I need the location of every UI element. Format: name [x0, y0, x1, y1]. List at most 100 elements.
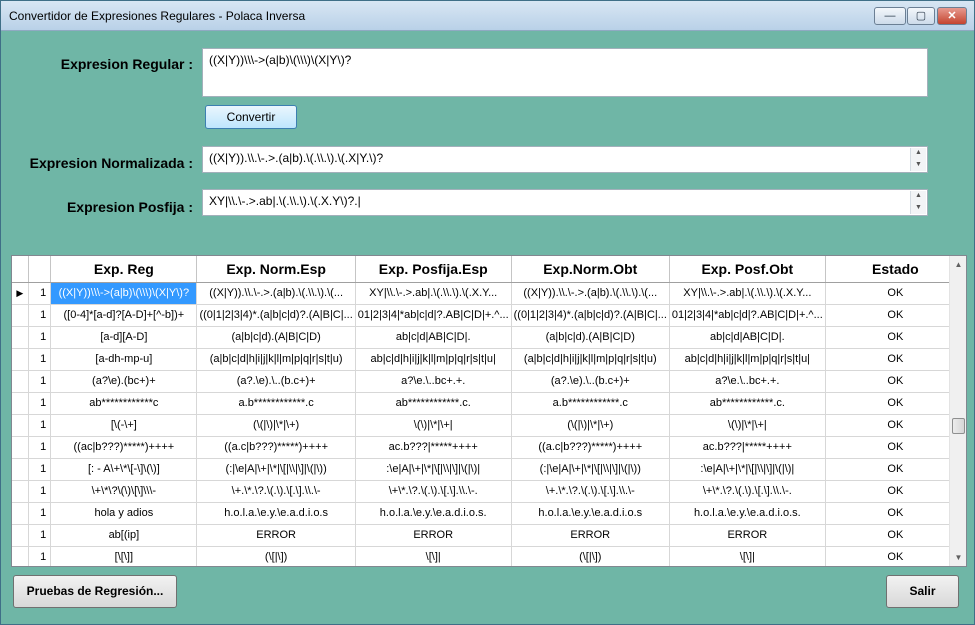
table-cell[interactable]: ac.b???|*****++++: [669, 436, 826, 459]
table-cell[interactable]: \(\)|\*|\+|: [669, 414, 826, 437]
minimize-button[interactable]: —: [874, 7, 906, 25]
table-cell[interactable]: ab************c: [50, 392, 198, 415]
results-grid[interactable]: Exp. Reg Exp. Norm.Esp Exp. Posfija.Esp …: [11, 255, 967, 567]
table-row[interactable]: 1 [\[\]] (\[|\]) \[\]| (\[|\]) \[\]| OK: [12, 546, 966, 566]
table-cell[interactable]: (:|\e|A|\+|\*|\[|\\|\]|\(|\)): [196, 458, 356, 481]
scroll-down-icon[interactable]: ▼: [911, 203, 926, 215]
table-row[interactable]: 1 [a-dh-mp-u] (a|b|c|d|h|i|j|k|l|m|p|q|r|s…: [12, 348, 966, 371]
table-cell[interactable]: (a|b|c|d|h|i|j|k|l|m|p|q|r|s|t|u): [196, 348, 356, 371]
table-cell[interactable]: (a?.\e).\..(b.c+)+: [511, 370, 670, 393]
table-cell[interactable]: \+\*\?\(\)\[\]\\\-: [50, 480, 198, 503]
table-cell[interactable]: ERROR: [196, 524, 356, 547]
table-cell[interactable]: hola y adios: [50, 502, 198, 525]
regression-tests-button[interactable]: Pruebas de Regresión...: [13, 575, 177, 608]
table-cell[interactable]: ((0|1|2|3|4)*.(a|b|c|d)?.(A|B|C|...: [511, 304, 670, 327]
normalized-output[interactable]: ((X|Y)).\\.\-.>.(a|b).\(.\\.\).\(.X|Y.\)…: [202, 146, 928, 173]
table-cell[interactable]: h.o.l.a.\e.y.\e.a.d.i.o.s.: [355, 502, 512, 525]
table-row[interactable]: 1 [: - A\+\*\[-\]\(\)] (:|\e|A|\+|\*|\[|\\…: [12, 458, 966, 481]
table-row[interactable]: 1 ([0-4]*[a-d]?[A-D]+[^-b])+ ((0|1|2|3|4)*…: [12, 304, 966, 327]
table-cell[interactable]: OK: [825, 502, 966, 525]
maximize-button[interactable]: ▢: [907, 7, 935, 25]
table-cell[interactable]: ((X|Y)).\\.\-.>.(a|b).\(.\\.\).\(...: [511, 282, 670, 305]
scroll-down-icon[interactable]: ▼: [950, 549, 966, 566]
table-cell[interactable]: OK: [825, 436, 966, 459]
table-cell[interactable]: [\[\]]: [50, 546, 198, 566]
scroll-down-icon[interactable]: ▼: [911, 160, 926, 172]
normalized-scrollbar[interactable]: ▲ ▼: [910, 148, 926, 171]
scroll-up-icon[interactable]: ▲: [950, 256, 966, 273]
table-cell[interactable]: :\e|A|\+|\*|\[|\\|\]|\(|\)|: [669, 458, 826, 481]
table-cell[interactable]: ab|c|d|AB|C|D|.: [355, 326, 512, 349]
table-cell[interactable]: OK: [825, 392, 966, 415]
table-cell[interactable]: OK: [825, 326, 966, 349]
table-cell[interactable]: (a|b|c|d).(A|B|C|D): [196, 326, 356, 349]
scroll-up-icon[interactable]: ▲: [911, 191, 926, 203]
table-cell[interactable]: ((0|1|2|3|4)*.(a|b|c|d)?.(A|B|C|...: [196, 304, 356, 327]
table-row[interactable]: 1 ab************c a.b************.c ab*****…: [12, 392, 966, 415]
table-cell[interactable]: 01|2|3|4|*ab|c|d|?.AB|C|D|+.^...: [669, 304, 826, 327]
table-cell[interactable]: \+.\*.\?.\(.\).\[.\].\\.\-: [196, 480, 356, 503]
close-button[interactable]: ✕: [937, 7, 967, 25]
table-cell[interactable]: \[\]|: [355, 546, 512, 566]
table-row[interactable]: 1 hola y adios h.o.l.a.\e.y.\e.a.d.i.o.s h.…: [12, 502, 966, 525]
table-cell[interactable]: OK: [825, 282, 966, 305]
table-cell[interactable]: \(\)|\*|\+|: [355, 414, 512, 437]
convert-button[interactable]: Convertir: [205, 105, 297, 129]
table-cell[interactable]: OK: [825, 546, 966, 566]
table-cell[interactable]: ac.b???|*****++++: [355, 436, 512, 459]
table-cell[interactable]: OK: [825, 304, 966, 327]
table-cell[interactable]: (\(|\)|\*|\+): [511, 414, 670, 437]
table-cell[interactable]: XY|\\.\-.>.ab|.\(.\\.\).\(.X.Y...: [355, 282, 512, 305]
table-cell[interactable]: ERROR: [511, 524, 670, 547]
table-cell[interactable]: OK: [825, 524, 966, 547]
table-cell[interactable]: \[\]|: [669, 546, 826, 566]
column-header[interactable]: Exp. Posfija.Esp: [355, 256, 512, 283]
table-cell[interactable]: ((X|Y))\\\->(a|b)\(\\\)\(X|Y\)?: [50, 282, 198, 305]
column-header[interactable]: Exp.Norm.Obt: [511, 256, 670, 283]
table-cell[interactable]: ab|c|d|AB|C|D|.: [669, 326, 826, 349]
table-cell[interactable]: ((X|Y)).\\.\-.>.(a|b).\(.\\.\).\(...: [196, 282, 356, 305]
table-cell[interactable]: (a|b|c|d).(A|B|C|D): [511, 326, 670, 349]
table-cell[interactable]: (\[|\]): [196, 546, 356, 566]
table-row[interactable]: 1 [a-d][A-D] (a|b|c|d).(A|B|C|D) ab|c|d|AB|…: [12, 326, 966, 349]
table-row[interactable]: 1 ab[(ip] ERROR ERROR ERROR ERROR OK: [12, 524, 966, 547]
grid-scrollbar[interactable]: ▲ ▼: [949, 256, 966, 566]
table-row[interactable]: 1 [\(-\+] (\(|\)|\*|\+) \(\)|\*|\+| (\(|\)|\…: [12, 414, 966, 437]
table-cell[interactable]: ([0-4]*[a-d]?[A-D]+[^-b])+: [50, 304, 198, 327]
table-cell[interactable]: (\(|\)|\*|\+): [196, 414, 356, 437]
column-header[interactable]: Exp. Reg: [50, 256, 198, 283]
table-cell[interactable]: OK: [825, 370, 966, 393]
exit-button[interactable]: Salir: [886, 575, 959, 608]
table-cell[interactable]: ab[(ip]: [50, 524, 198, 547]
table-cell[interactable]: :\e|A|\+|\*|\[|\\|\]|\(|\)|: [355, 458, 512, 481]
scroll-up-icon[interactable]: ▲: [911, 148, 926, 160]
table-cell[interactable]: ((ac|b???)*****)++++: [50, 436, 198, 459]
table-cell[interactable]: OK: [825, 458, 966, 481]
table-cell[interactable]: ab|c|d|h|i|j|k|l|m|p|q|r|s|t|u|: [669, 348, 826, 371]
column-header[interactable]: Exp. Norm.Esp: [196, 256, 356, 283]
table-cell[interactable]: \+\*.\?.\(.\).\[.\].\\.\-.: [669, 480, 826, 503]
table-row[interactable]: 1 (a?\e).(bc+)+ (a?.\e).\..(b.c+)+ a?\e.\..…: [12, 370, 966, 393]
table-cell[interactable]: h.o.l.a.\e.y.\e.a.d.i.o.s: [196, 502, 356, 525]
table-cell[interactable]: (a?\e).(bc+)+: [50, 370, 198, 393]
table-cell[interactable]: ab************.c.: [355, 392, 512, 415]
table-cell[interactable]: XY|\\.\-.>.ab|.\(.\\.\).\(.X.Y...: [669, 282, 826, 305]
table-cell[interactable]: (:|\e|A|\+|\*|\[|\\|\]|\(|\)): [511, 458, 670, 481]
table-cell[interactable]: [a-dh-mp-u]: [50, 348, 198, 371]
table-cell[interactable]: [: - A\+\*\[-\]\(\)]: [50, 458, 198, 481]
table-cell[interactable]: a.b************.c: [196, 392, 356, 415]
table-cell[interactable]: h.o.l.a.\e.y.\e.a.d.i.o.s: [511, 502, 670, 525]
column-header[interactable]: Exp. Posf.Obt: [669, 256, 826, 283]
table-cell[interactable]: \+.\*.\?.\(.\).\[.\].\\.\-: [511, 480, 670, 503]
table-cell[interactable]: (\[|\]): [511, 546, 670, 566]
table-cell[interactable]: ((a.c|b???)*****)++++: [196, 436, 356, 459]
table-row[interactable]: 1 ((ac|b???)*****)++++ ((a.c|b???)*****)++…: [12, 436, 966, 459]
table-cell[interactable]: a.b************.c: [511, 392, 670, 415]
table-cell[interactable]: 01|2|3|4|*ab|c|d|?.AB|C|D|+.^...: [355, 304, 512, 327]
table-row[interactable]: ▶ 1 ((X|Y))\\\->(a|b)\(\\\)\(X|Y\)? ((X|Y))…: [12, 282, 966, 305]
table-cell[interactable]: ((a.c|b???)*****)++++: [511, 436, 670, 459]
table-cell[interactable]: ERROR: [669, 524, 826, 547]
table-cell[interactable]: (a|b|c|d|h|i|j|k|l|m|p|q|r|s|t|u): [511, 348, 670, 371]
postfix-scrollbar[interactable]: ▲ ▼: [910, 191, 926, 214]
table-cell[interactable]: a?\e.\..bc+.+.: [355, 370, 512, 393]
